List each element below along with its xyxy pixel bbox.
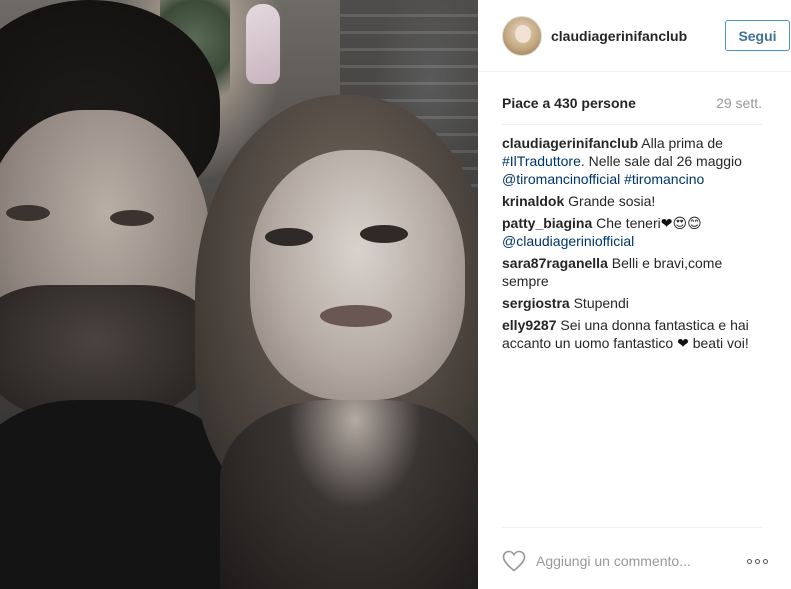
comment-username[interactable]: sergiostra xyxy=(502,295,570,311)
comment-input[interactable] xyxy=(536,553,738,569)
comment-text: Grande sosia! xyxy=(568,193,656,209)
add-comment-row xyxy=(502,549,768,573)
man-eye-left xyxy=(6,205,50,221)
heart-emoji-icon: ❤ xyxy=(677,335,689,351)
woman-body xyxy=(220,400,478,589)
heart-outline-icon[interactable] xyxy=(502,550,526,572)
instagram-post: claudiagerinifanclub Segui Piace a 430 p… xyxy=(0,0,791,589)
user-avatar[interactable] xyxy=(502,15,542,56)
comment-link[interactable]: @tiromancinofficial xyxy=(502,171,620,187)
comment-link[interactable]: @claudiageriniofficial xyxy=(502,233,634,249)
divider-top xyxy=(502,124,762,125)
post-photo[interactable] xyxy=(0,0,478,589)
comment-item: sara87raganella Belli e bravi,come sempr… xyxy=(502,254,764,290)
comment-text: Che teneri xyxy=(596,215,661,231)
likes-count[interactable]: Piace a 430 persone xyxy=(502,95,636,111)
comment-link[interactable]: #tiromancino xyxy=(624,171,704,187)
comment-text: Alla prima de xyxy=(641,135,723,151)
likes-row: Piace a 430 persone 29 sett. xyxy=(502,95,762,111)
comment-username[interactable]: patty_biagina xyxy=(502,215,592,231)
comment-item: sergiostra Stupendi xyxy=(502,294,764,312)
comment-item: patty_biagina Che teneri❤😍😊 @claudiagerin… xyxy=(502,214,764,250)
comment-item: elly9287 Sei una donna fantastica e hai … xyxy=(502,316,764,352)
comment-username[interactable]: claudiagerinifanclub xyxy=(502,135,638,151)
heart-emoji-icon: ❤ xyxy=(660,215,673,231)
photo-lamp xyxy=(246,4,280,84)
more-options-icon[interactable] xyxy=(738,549,768,573)
comment-username[interactable]: sara87raganella xyxy=(502,255,608,271)
comment-item: krinaldok Grande sosia! xyxy=(502,192,764,210)
header-username[interactable]: claudiagerinifanclub xyxy=(551,28,687,44)
post-date[interactable]: 29 sett. xyxy=(716,95,762,111)
comment-username[interactable]: elly9287 xyxy=(502,317,557,333)
comment-list: claudiagerinifanclub Alla prima de #IlTr… xyxy=(502,134,764,356)
comment-item: claudiagerinifanclub Alla prima de #IlTr… xyxy=(502,134,764,188)
woman-eye-right xyxy=(360,225,408,243)
comment-username[interactable]: krinaldok xyxy=(502,193,564,209)
follow-button[interactable]: Segui xyxy=(725,20,790,51)
woman-eye-left xyxy=(265,228,313,246)
post-header: claudiagerinifanclub Segui xyxy=(478,0,791,72)
divider-bottom xyxy=(502,527,762,528)
woman-face xyxy=(250,150,465,400)
comment-link[interactable]: #IlTraduttore xyxy=(502,153,581,169)
woman-lips xyxy=(320,305,392,327)
comment-text: Stupendi xyxy=(573,295,629,311)
emoji-smile-icon: 😊 xyxy=(687,215,702,231)
comment-text: beati voi! xyxy=(688,335,749,351)
man-eye-right xyxy=(110,210,154,226)
comment-text: . Nelle sale dal 26 maggio xyxy=(580,153,742,169)
emoji-heart-eyes-icon: 😍 xyxy=(672,215,688,231)
post-side-panel: claudiagerinifanclub Segui Piace a 430 p… xyxy=(478,0,791,589)
